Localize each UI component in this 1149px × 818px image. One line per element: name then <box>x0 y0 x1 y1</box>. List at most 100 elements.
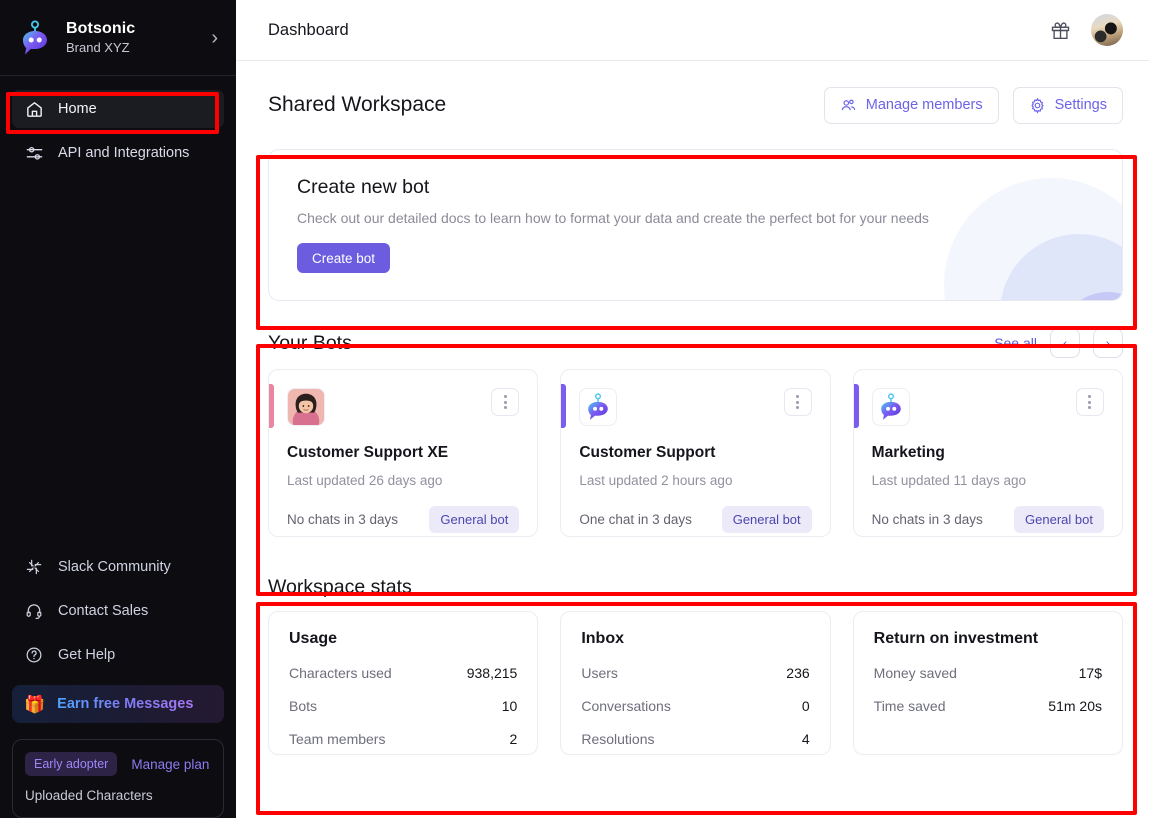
stat-row: Conversations 0 <box>581 698 809 714</box>
gear-icon <box>1029 97 1046 114</box>
brand-name: Botsonic <box>66 20 136 37</box>
home-icon <box>24 99 44 119</box>
stat-row: Resolutions 4 <box>581 731 809 747</box>
settings-label: Settings <box>1054 97 1107 113</box>
stat-card-return-on-investment: Return on investment Money saved 17$ Tim… <box>852 611 1123 755</box>
your-bots-controls: See all ‹ › <box>994 328 1123 358</box>
bot-card-menu-button[interactable] <box>1075 388 1104 416</box>
workspace-actions: Manage members Settings <box>823 86 1123 124</box>
bot-card[interactable]: Customer Support Last updated 2 hours ag… <box>560 369 831 537</box>
sidebar-item-slack-community[interactable]: Slack Community <box>12 545 224 589</box>
chevron-right-icon[interactable]: › <box>1093 328 1123 358</box>
stat-value: 236 <box>786 665 810 681</box>
bot-card[interactable]: Customer Support XE Last updated 26 days… <box>268 369 539 537</box>
workspace-title: Shared Workspace <box>268 93 447 116</box>
sidebar-item-label-contact-sales: Contact Sales <box>58 603 149 619</box>
stat-card-title: Return on investment <box>873 630 1039 647</box>
stat-key: Time saved <box>873 698 946 714</box>
brand-text: Botsonic Brand XYZ <box>66 19 211 56</box>
manage-members-label: Manage members <box>865 97 983 113</box>
sidebar-item-get-help[interactable]: Get Help <box>12 633 224 677</box>
content: Shared Workspace Manage members Settings… <box>236 61 1149 755</box>
create-bot-button[interactable]: Create bot <box>297 243 391 273</box>
sidebar-item-label-home: Home <box>58 101 97 117</box>
bot-card-footer: No chats in 3 days General bot <box>872 506 1104 533</box>
user-avatar[interactable] <box>1091 14 1123 46</box>
bot-accent-bar <box>269 384 274 428</box>
earn-free-messages-button[interactable]: 🎁 Earn free Messages <box>12 685 224 723</box>
plan-badge: Early adopter <box>25 752 118 776</box>
stat-card-title: Inbox <box>581 630 624 647</box>
bot-avatar-icon <box>579 388 618 426</box>
uploaded-characters-label: Uploaded Characters <box>25 788 153 803</box>
sidebar: Botsonic Brand XYZ › Home API and Integr… <box>0 0 236 818</box>
bot-type-badge: General bot <box>1014 506 1104 533</box>
bot-card-top <box>871 388 1104 426</box>
app-root: Botsonic Brand XYZ › Home API and Integr… <box>0 0 1149 818</box>
stat-value: 17$ <box>1078 665 1102 681</box>
stat-value: 938,215 <box>466 665 518 681</box>
bot-accent-bar <box>561 384 567 428</box>
gift-icon[interactable] <box>1050 20 1071 41</box>
bot-avatar-icon <box>287 388 325 426</box>
manage-plan-link[interactable]: Manage plan <box>131 757 209 772</box>
bot-accent-bar <box>853 384 859 428</box>
stat-key: Resolutions <box>581 731 655 747</box>
slack-icon <box>24 557 44 577</box>
bot-type-badge: General bot <box>721 506 812 533</box>
secondary-nav: Slack Community Contact Sales Get Help <box>0 545 236 677</box>
earn-free-messages-label: Earn free Messages <box>57 696 194 712</box>
settings-button[interactable]: Settings <box>1012 86 1123 124</box>
headset-icon <box>24 601 44 621</box>
stat-value: 51m 20s <box>1048 698 1102 714</box>
sidebar-item-label-get-help: Get Help <box>58 647 116 663</box>
bot-last-updated: Last updated 11 days ago <box>871 473 1027 488</box>
people-group-icon <box>840 97 857 114</box>
manage-members-button[interactable]: Manage members <box>823 86 999 124</box>
workspace-header: Shared Workspace Manage members Settings <box>268 61 1123 149</box>
page-title: Dashboard <box>268 20 349 39</box>
main-area: Dashboard Shared Workspace Manage member… <box>236 0 1149 818</box>
question-circle-icon <box>24 645 44 665</box>
stat-value: 2 <box>509 731 518 747</box>
bot-card-menu-button[interactable] <box>491 388 520 416</box>
stat-card-usage: Usage Characters used 938,215 Bots 10 Te… <box>268 611 539 755</box>
see-all-link[interactable]: See all <box>994 335 1037 351</box>
gift-box-icon: 🎁 <box>24 694 46 714</box>
bot-chat-count: No chats in 3 days <box>871 512 983 527</box>
sidebar-item-contact-sales[interactable]: Contact Sales <box>12 589 224 633</box>
stat-key: Money saved <box>873 665 957 681</box>
bot-chat-count: No chats in 3 days <box>287 512 399 527</box>
stat-row: Team members 2 <box>289 731 517 747</box>
stat-value: 10 <box>501 698 518 714</box>
stat-card-title: Usage <box>289 630 338 647</box>
sidebar-item-label-api: API and Integrations <box>58 145 190 161</box>
bot-card[interactable]: Marketing Last updated 11 days ago No ch… <box>852 369 1123 537</box>
chevron-right-icon[interactable]: › <box>211 28 222 48</box>
stat-row: Users 236 <box>581 665 809 681</box>
your-bots-section: Your Bots See all ‹ › Customer Support X… <box>268 317 1123 541</box>
sidebar-item-api-and-integrations[interactable]: API and Integrations <box>12 134 224 172</box>
stat-row: Money saved 17$ <box>874 665 1102 681</box>
chevron-left-icon[interactable]: ‹ <box>1050 328 1080 358</box>
create-bot-title: Create new bot <box>297 176 430 198</box>
bot-card-footer: One chat in 3 days General bot <box>579 506 812 533</box>
workspace-stats-section: Workspace stats Usage Characters used 93… <box>268 563 1123 755</box>
stat-key: Users <box>581 665 618 681</box>
bot-name: Marketing <box>871 444 945 461</box>
bot-avatar-icon <box>871 388 910 426</box>
stat-value: 0 <box>801 698 810 714</box>
bot-card-top <box>287 388 520 426</box>
brand-header[interactable]: Botsonic Brand XYZ › <box>0 0 236 76</box>
sidebar-item-home[interactable]: Home <box>12 90 224 128</box>
stat-key: Bots <box>289 698 318 714</box>
stats-grid: Usage Characters used 938,215 Bots 10 Te… <box>268 611 1123 755</box>
stat-key: Conversations <box>581 698 671 714</box>
workspace-stats-title: Workspace stats <box>268 575 412 598</box>
brand-subtitle: Brand XYZ <box>66 40 130 55</box>
stat-value: 4 <box>801 731 810 747</box>
sidebar-item-label-slack: Slack Community <box>58 559 171 575</box>
your-bots-header: Your Bots See all ‹ › <box>268 317 1123 369</box>
bot-card-menu-button[interactable] <box>783 388 812 416</box>
